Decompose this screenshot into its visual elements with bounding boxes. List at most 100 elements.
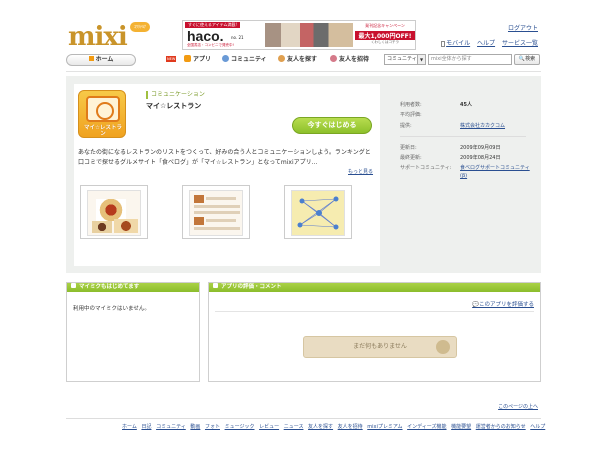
footer-link[interactable]: 友人を招待 [338,424,363,430]
mixi-logo[interactable]: mixi [68,22,128,52]
screenshot-frame [87,190,141,236]
search-scope-value: コミュニティ [387,56,417,62]
nav-find-friends[interactable]: 友人を探す [278,54,317,66]
ad-discount: 最大1,000円OFF! [355,31,415,40]
nav-find-label: 友人を探す [287,56,318,63]
footer-link[interactable]: ミュージック [225,424,255,430]
thumb [194,195,204,203]
search-button[interactable]: 🔍検索 [514,54,540,65]
help-link[interactable]: ヘルプ [477,40,495,47]
app-icon: マイ☆レストラン [78,90,126,138]
search-button-label: 検索 [525,56,536,62]
app-title: マイ☆レストラン [146,102,202,110]
services-link[interactable]: サービス一覧 [502,40,538,47]
reviews-heading-text: アプリの評価・コメント [221,284,282,290]
footer-link[interactable]: コミュニティ [156,424,186,430]
screenshot-frame [291,190,345,236]
ad-brand: haco. [187,28,224,44]
nav-community-label: コミュニティ [231,56,267,63]
info-label-users: 利用者数: [400,102,422,108]
nav-divider [66,71,541,72]
info-value-users: 45人 [460,102,472,108]
info-label-support: サポートコミュニティ: [400,165,452,171]
provider-link[interactable]: 株式会社カカクコム [460,122,505,129]
footer-link[interactable]: 友人を探す [308,424,333,430]
search-scope-select[interactable]: コミュニティ ▼ [384,54,426,65]
home-label: ホーム [95,56,114,63]
row [194,205,240,208]
nav-apps[interactable]: アプリ [184,54,211,66]
mymixi-empty-text: 利用中のマイミクはいません。 [73,306,150,312]
food-photo [96,199,126,221]
apps-icon [184,55,191,62]
face-icon [436,340,450,354]
info-value-registered: 2009年09月09日 [460,145,501,151]
footer-link[interactable]: mixiプレミアム [367,424,402,430]
row [206,197,236,200]
footer-link[interactable]: インディーズ機能 [407,424,446,430]
footer-link[interactable]: ホーム [122,424,137,430]
app-info-panel: 利用者数: 45人 平均評価: 提供: 株式会社カカクコム 更新日: 2009年… [392,84,536,266]
home-icon [88,56,94,61]
row [194,227,240,230]
rate-app-link[interactable]: 💬このアプリを評価する [472,300,534,308]
screenshot-2[interactable] [182,185,250,239]
start-now-button[interactable]: 今すぐはじめる [292,117,372,134]
info-label-updated: 最終更新: [400,155,422,161]
ad-banner[interactable]: すぐに使えるアイテム満載! haco. no. 21 全国書店・コンビニで発売中… [182,20,416,50]
footer-link[interactable]: ニュース [284,424,304,430]
thumb [194,217,204,225]
footer-link[interactable]: 機能要望 [451,424,471,430]
nav-community[interactable]: コミュニティ [222,54,267,66]
ad-right-panel: 発刊記念キャンペーン 最大1,000円OFF! くわしくはコチラ [355,23,415,47]
heading-bullet-icon [213,283,218,288]
nav-invite-label: 友人を招待 [339,56,370,63]
app-icon-text: マイ☆レストラン [84,125,122,137]
more-link[interactable]: もっと見る [348,168,373,175]
support-community-link[interactable]: 食べログサポートコミュニティ(β) [460,164,530,180]
empty-reviews-text: まだ何もありません [353,343,407,350]
empty-reviews: まだ何もありません [303,336,457,358]
screenshot-1[interactable] [80,185,148,239]
mobile-link[interactable]: モバイル [446,40,470,47]
find-friends-icon [278,55,285,62]
logo-badge: ｺﾜｸﾃﾙﾅ [130,22,150,32]
logout-link[interactable]: ログアウト [508,23,538,32]
food-photo [92,221,112,233]
ad-issue: no. 21 [231,35,244,40]
mymixi-box: マイミクもはじめてます 利用中のマイミクはいません。 [66,282,200,382]
app-description: あなたの街になるレストランのリストをつくって、好みの合う人とコミュニケーションし… [78,149,371,166]
search-input[interactable]: mixi全体から探す [428,54,512,65]
footer-link[interactable]: 動画 [190,424,200,430]
ad-campaign: 発刊記念キャンペーン [365,23,405,28]
footer-link[interactable]: ヘルプ [530,424,545,430]
footer-link[interactable]: フォト [205,424,220,430]
mymixi-heading: マイミクもはじめてます [67,283,199,292]
heading-bullet-icon [71,283,76,288]
reviews-list: まだ何もありません [215,311,534,377]
footer-links: ホーム 日記 コミュニティ 動画 フォト ミュージック レビュー ニュース 友人… [122,423,548,430]
rate-app-label: このアプリを評価する [478,302,534,308]
footer-link[interactable]: レビュー [259,424,279,430]
info-label-provider: 提供: [400,123,412,129]
screenshot-3[interactable] [284,185,352,239]
home-button[interactable]: ホーム [66,54,136,66]
footer-divider [66,418,541,419]
new-badge: NEW [166,56,177,62]
food-photo [114,219,138,233]
nav-invite[interactable]: 友人を招待 [330,54,369,66]
screenshot-frame [189,190,243,236]
row [194,211,240,214]
info-value-updated: 2009年08月24日 [460,155,501,161]
page-top-link[interactable]: このページの上へ [498,403,538,410]
nav-apps-label: アプリ [193,56,212,63]
footer-link[interactable]: 日記 [141,424,151,430]
ad-photo [265,23,353,47]
network-graph [297,196,339,230]
reviews-heading: アプリの評価・コメント [209,283,540,292]
footer-link[interactable]: 運営者からのお知らせ [476,424,526,430]
ad-sub: 全国書店・コンビニで発売中! [187,43,234,47]
mobile-icon [441,40,446,47]
info-divider [400,136,526,137]
ad-details: くわしくはコチラ [371,40,399,44]
